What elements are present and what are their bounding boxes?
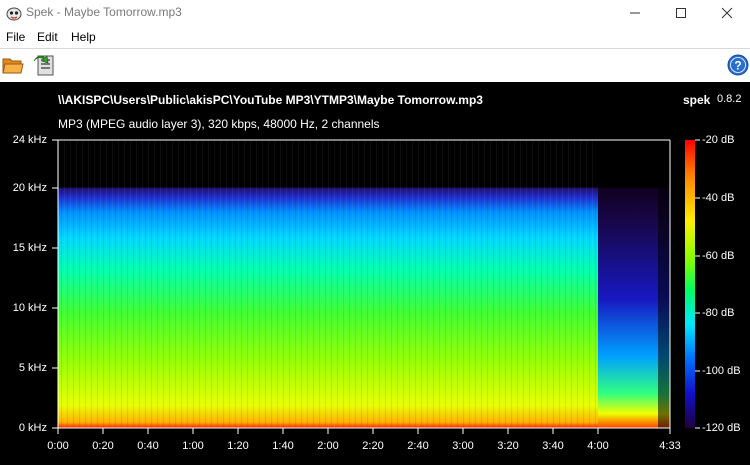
minimize-button[interactable] [612,0,658,26]
menu-file[interactable]: File [6,30,25,44]
help-icon[interactable]: ? [727,54,749,76]
time-label: 4:00 [587,440,609,452]
time-label: 1:40 [272,440,294,452]
spectrogram-panel: \\AKISPC\Users\Public\akisPC\YouTube MP3… [0,82,750,465]
freq-label: 10 kHz [12,302,47,314]
toolbar: ? [0,48,750,82]
axes-overlay [52,139,700,434]
menu-help[interactable]: Help [71,30,96,44]
time-label: 0:00 [47,440,69,452]
time-label: 0:20 [92,440,114,452]
time-label: 2:20 [362,440,384,452]
db-label: -100 dB [702,365,741,377]
title-bar: Spek - Maybe Tomorrow.mp3 [0,0,750,26]
maximize-icon [676,8,686,18]
app-icon [6,7,22,21]
maximize-button[interactable] [658,0,704,26]
time-label: 3:00 [452,440,474,452]
close-icon [721,7,733,19]
db-label: -20 dB [702,134,735,146]
time-label: 3:40 [542,440,564,452]
db-label: -40 dB [702,192,735,204]
color-scale-bar [685,140,695,428]
svg-text:?: ? [734,59,741,73]
save-icon[interactable] [32,53,56,77]
folder-open-icon[interactable] [2,55,24,75]
db-label: -60 dB [702,250,735,262]
close-button[interactable] [704,0,750,26]
time-label: 1:00 [182,440,204,452]
time-label: 0:40 [137,440,159,452]
time-label: 2:00 [317,440,339,452]
menu-bar: File Edit Help [0,28,750,48]
db-label: -120 dB [702,422,741,434]
time-label: 3:20 [497,440,519,452]
freq-label: 24 kHz [12,134,47,146]
freq-label: 20 kHz [12,182,47,194]
menu-edit[interactable]: Edit [37,30,58,44]
minimize-icon [630,12,640,14]
freq-label: 0 kHz [18,422,47,434]
time-label: 2:40 [407,440,429,452]
window-title: Spek - Maybe Tomorrow.mp3 [26,5,182,19]
freq-label: 15 kHz [12,242,47,254]
time-label: 4:33 [659,440,681,452]
db-label: -80 dB [702,307,735,319]
freq-label: 5 kHz [18,362,47,374]
time-label: 1:20 [227,440,249,452]
